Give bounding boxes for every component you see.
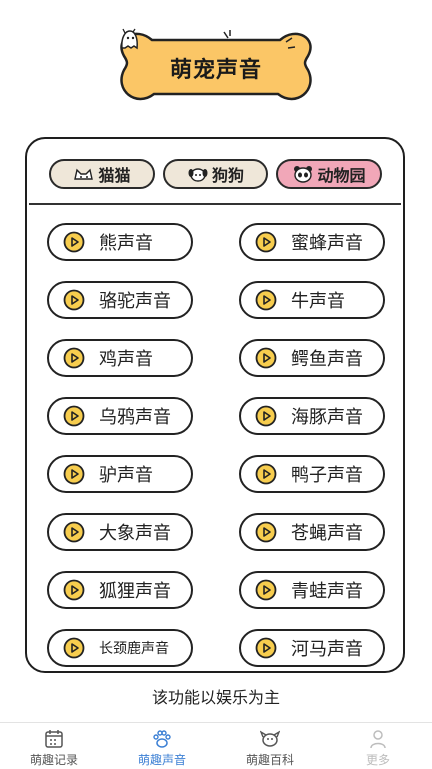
sound-button[interactable]: 蜜蜂声音: [239, 223, 385, 261]
panda-icon: [294, 166, 313, 183]
play-icon: [255, 637, 277, 659]
play-icon: [63, 405, 85, 427]
person-icon: [370, 730, 386, 749]
ghost-pet-icon: [121, 28, 138, 50]
sound-button[interactable]: 河马声音: [239, 629, 385, 667]
nav-label: 萌趣记录: [29, 753, 78, 767]
sound-label: 牛声音: [291, 291, 345, 312]
play-icon: [63, 289, 85, 311]
tabs-divider: [29, 203, 401, 205]
nav-more[interactable]: 更多: [324, 723, 432, 769]
tab-label: 猫猫: [98, 166, 131, 185]
cat-icon: [74, 168, 94, 180]
play-icon: [63, 231, 85, 253]
play-icon: [63, 521, 85, 543]
nav-label: 萌趣声音: [137, 753, 186, 767]
sound-button[interactable]: 乌鸦声音: [47, 397, 193, 435]
page-title: 萌宠声音: [169, 58, 262, 83]
sound-label: 河马声音: [291, 639, 363, 660]
play-icon: [255, 521, 277, 543]
paw-icon: [153, 730, 171, 748]
sound-button[interactable]: 驴声音: [47, 455, 193, 493]
bottom-nav: 萌趣记录 萌趣声音 萌趣百科 更多: [0, 722, 432, 769]
sound-button[interactable]: 鳄鱼声音: [239, 339, 385, 377]
nav-label: 更多: [365, 753, 390, 767]
play-icon: [63, 463, 85, 485]
play-icon: [63, 637, 85, 659]
sound-button[interactable]: 长颈鹿声音: [47, 629, 193, 667]
nav-encyclopedia[interactable]: 萌趣百科: [216, 723, 324, 769]
sound-label: 鸡声音: [99, 349, 153, 370]
play-icon: [255, 405, 277, 427]
nav-sounds[interactable]: 萌趣声音: [108, 723, 216, 769]
sound-label: 海豚声音: [291, 407, 363, 428]
sound-button[interactable]: 鸭子声音: [239, 455, 385, 493]
sound-button[interactable]: 大象声音: [47, 513, 193, 551]
sound-button[interactable]: 骆驼声音: [47, 281, 193, 319]
play-icon: [255, 289, 277, 311]
nav-records[interactable]: 萌趣记录: [0, 723, 108, 769]
sound-label: 熊声音: [99, 233, 153, 254]
tab-cats[interactable]: 猫猫: [49, 159, 155, 189]
title-banner: 萌宠声音: [118, 28, 314, 108]
tab-label: 动物园: [317, 166, 366, 185]
sound-label: 鳄鱼声音: [291, 349, 363, 370]
sound-label: 青蛙声音: [291, 581, 363, 602]
dog-icon: [188, 168, 208, 182]
sound-label: 狐狸声音: [99, 581, 171, 602]
play-icon: [255, 463, 277, 485]
sound-button[interactable]: 鸡声音: [47, 339, 193, 377]
tab-zoo[interactable]: 动物园: [276, 159, 382, 189]
sound-label: 骆驼声音: [99, 291, 171, 312]
play-icon: [255, 347, 277, 369]
sound-button[interactable]: 青蛙声音: [239, 571, 385, 609]
dog-face-icon: [260, 730, 280, 747]
sound-label: 蜜蜂声音: [291, 233, 363, 254]
nav-label: 萌趣百科: [245, 753, 294, 767]
play-icon: [255, 579, 277, 601]
play-icon: [255, 231, 277, 253]
tab-label: 狗狗: [211, 166, 244, 185]
sound-button[interactable]: 牛声音: [239, 281, 385, 319]
sound-button[interactable]: 海豚声音: [239, 397, 385, 435]
sound-button[interactable]: 狐狸声音: [47, 571, 193, 609]
sound-card: 猫猫 狗狗 动物园 熊声音 蜜蜂声音骆驼声音 牛声音鸡声音 鳄鱼声音乌鸦声音 海豚声音驴…: [25, 137, 405, 673]
sound-label: 大象声音: [99, 523, 171, 544]
sound-button[interactable]: 苍蝇声音: [239, 513, 385, 551]
tab-dogs[interactable]: 狗狗: [163, 159, 268, 189]
play-icon: [63, 579, 85, 601]
sound-label: 鸭子声音: [291, 465, 363, 486]
sound-label: 苍蝇声音: [291, 523, 363, 544]
sound-label: 长颈鹿声音: [99, 641, 169, 657]
sound-label: 驴声音: [99, 465, 153, 486]
sound-button[interactable]: 熊声音: [47, 223, 193, 261]
calendar-icon: [45, 730, 63, 748]
disclaimer-text: 该功能以娱乐为主: [151, 688, 280, 707]
sound-label: 乌鸦声音: [99, 407, 171, 428]
category-tabs: 猫猫 狗狗 动物园: [49, 159, 383, 191]
play-icon: [63, 347, 85, 369]
